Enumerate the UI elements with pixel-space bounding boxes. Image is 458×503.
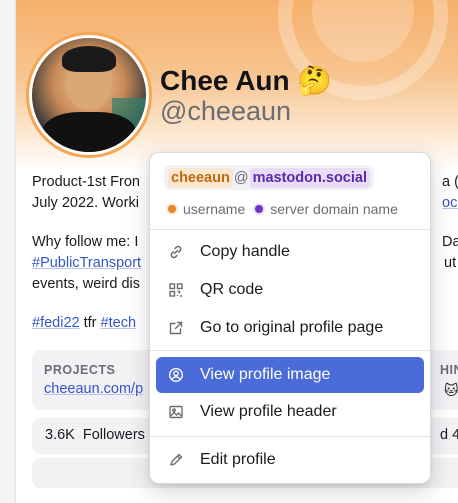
menu-item-label: Edit profile <box>200 451 276 468</box>
menu-item-label: QR code <box>200 281 264 298</box>
copy-handle-item[interactable]: Copy handle <box>156 234 424 270</box>
pencil-icon <box>168 452 184 468</box>
server-chip: mastodon.social <box>249 167 370 188</box>
view-profile-image-item[interactable]: View profile image <box>156 357 424 393</box>
hashtag-link[interactable]: #fedi22 <box>32 315 80 331</box>
edit-profile-item[interactable]: Edit profile <box>156 442 424 478</box>
menu-item-label: View profile header <box>200 403 337 420</box>
username-chip: cheeaun <box>168 167 233 188</box>
field-label: HINK <box>440 363 458 377</box>
avatar-shirt <box>42 112 136 152</box>
bio-link[interactable]: ocial <box>442 193 458 213</box>
bio-text: tfr <box>79 315 101 331</box>
menu-item-label: Copy handle <box>200 243 290 260</box>
bio-text: July 2022. Worki <box>32 195 139 211</box>
hashtag-link[interactable]: #PublicTransport <box>32 255 141 271</box>
link-icon <box>168 244 184 260</box>
bio-text: Product-1st Fron <box>32 174 140 190</box>
hashtag-link[interactable]: #tech <box>101 315 136 331</box>
handle-menu: cheeaun @ mastodon.social username serve… <box>149 152 431 484</box>
menu-item-label: View profile image <box>200 366 331 383</box>
left-gutter <box>0 0 16 503</box>
bio-text: events, weird dis <box>32 276 140 292</box>
legend-username: username <box>183 201 246 217</box>
menu-item-label: Go to original profile page <box>200 319 384 336</box>
field-label: PROJECTS <box>44 363 116 377</box>
avatar-hair <box>62 46 116 72</box>
user-circle-icon <box>168 367 184 383</box>
display-name-text: Chee Aun <box>160 65 290 96</box>
field-value: 🐱 [ <box>444 382 458 398</box>
followers-stat[interactable]: 3.6K Followers <box>45 427 145 443</box>
field-value-link[interactable]: cheeaun.com/p <box>44 381 143 397</box>
menu-divider <box>150 436 430 437</box>
qr-code-item[interactable]: QR code <box>156 272 424 308</box>
bio-text: a (l <box>442 174 458 190</box>
username-dot-icon <box>168 205 176 213</box>
stat-text: d 4 <box>440 427 458 443</box>
avatar[interactable] <box>32 38 146 152</box>
qr-code-icon <box>168 282 184 298</box>
handle-legend: username server domain name <box>168 200 398 218</box>
followers-label: Followers <box>82 427 145 443</box>
original-profile-item[interactable]: Go to original profile page <box>156 310 424 346</box>
bio-text: Data <box>442 234 458 250</box>
legend-server: server domain name <box>270 201 398 217</box>
menu-divider <box>150 350 430 351</box>
menu-divider <box>150 229 430 230</box>
display-name: Chee Aun 🤔 <box>160 64 332 97</box>
at-sign: @ <box>233 169 249 186</box>
bio-text: Why follow me: I <box>32 234 139 250</box>
profile-handle[interactable]: @cheeaun <box>160 96 291 127</box>
view-profile-header-item[interactable]: View profile header <box>156 394 424 430</box>
server-dot-icon <box>255 205 264 213</box>
thinking-emoji-icon: 🤔 <box>297 65 333 96</box>
image-icon <box>168 404 184 420</box>
bio-text: ut m <box>444 255 458 271</box>
followers-count: 3.6K <box>45 427 75 443</box>
handle-chip: cheeaun @ mastodon.social <box>164 165 374 190</box>
external-link-icon <box>168 320 184 336</box>
